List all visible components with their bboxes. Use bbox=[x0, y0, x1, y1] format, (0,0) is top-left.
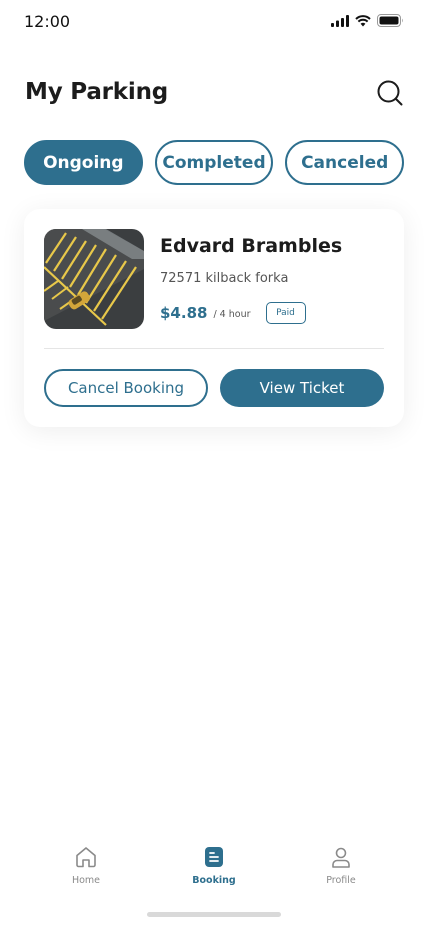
search-icon bbox=[377, 80, 403, 106]
search-button[interactable] bbox=[376, 79, 404, 107]
nav-item-profile[interactable]: Profile bbox=[301, 845, 381, 886]
tab-canceled[interactable]: Canceled bbox=[285, 140, 405, 185]
booking-icon bbox=[205, 847, 223, 867]
parking-lot-image bbox=[44, 229, 144, 329]
home-indicator bbox=[147, 912, 281, 917]
nav-item-booking[interactable]: Booking bbox=[174, 845, 254, 886]
header: My Parking bbox=[24, 74, 404, 114]
status-badge: Paid bbox=[265, 302, 306, 324]
wifi-icon bbox=[355, 14, 371, 26]
status-time: 12:00 bbox=[24, 12, 71, 31]
bottom-nav: Home Booking Profile bbox=[0, 845, 428, 895]
view-ticket-button[interactable]: View Ticket bbox=[220, 369, 384, 407]
profile-icon bbox=[332, 847, 350, 868]
status-bar: 12:00 bbox=[0, 0, 428, 44]
price: $4.88 bbox=[160, 304, 208, 322]
nav-label-booking: Booking bbox=[192, 875, 236, 886]
tab-ongoing[interactable]: Ongoing bbox=[24, 140, 143, 185]
battery-icon bbox=[377, 14, 403, 27]
tab-completed[interactable]: Completed bbox=[154, 140, 274, 185]
nav-label-home: Home bbox=[71, 875, 101, 886]
parking-name: Edvard Brambles bbox=[160, 235, 343, 257]
booking-card[interactable]: Edvard Brambles 72571 kilback forka $4.8… bbox=[24, 209, 404, 427]
nav-item-home[interactable]: Home bbox=[46, 845, 126, 886]
home-icon bbox=[76, 847, 96, 868]
divider bbox=[44, 348, 384, 349]
booking-tabs: Ongoing Completed Canceled bbox=[24, 140, 405, 185]
parking-address: 72571 kilback forka bbox=[160, 271, 289, 286]
price-duration: / 4 hour bbox=[213, 309, 251, 320]
cancel-booking-button[interactable]: Cancel Booking bbox=[44, 369, 208, 407]
cellular-signal-icon bbox=[331, 14, 349, 27]
price-row: $4.88 / 4 hour Paid bbox=[160, 301, 306, 325]
status-icons bbox=[331, 14, 404, 27]
page-title: My Parking bbox=[25, 79, 169, 105]
nav-label-profile: Profile bbox=[326, 875, 356, 886]
